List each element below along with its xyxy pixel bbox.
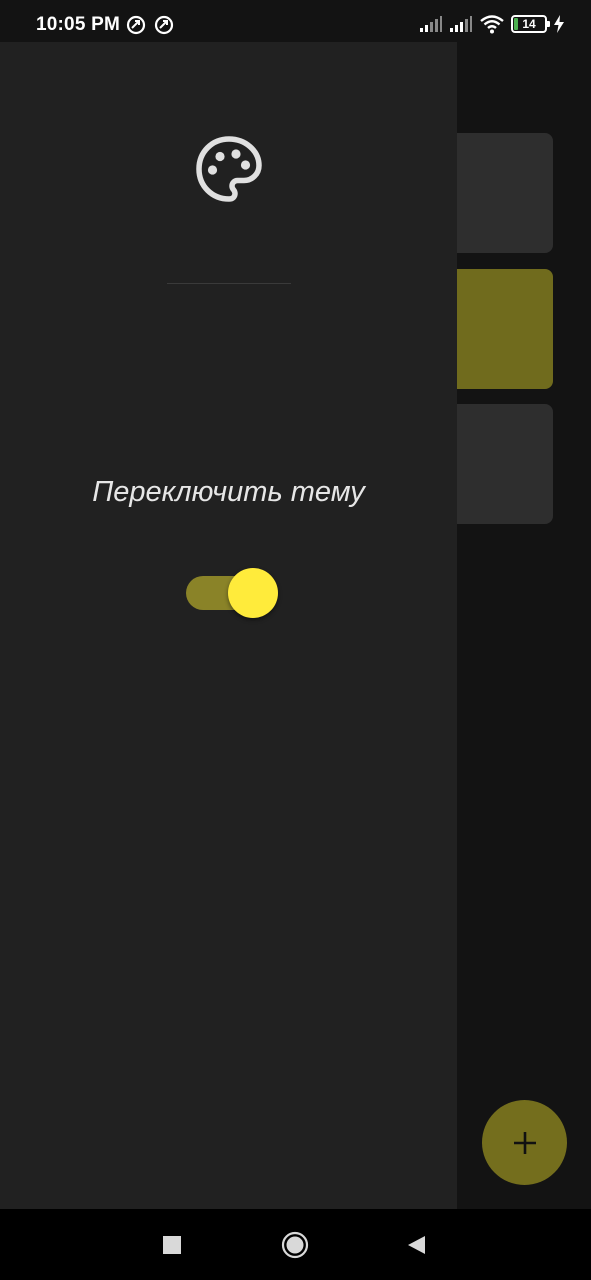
charging-icon <box>554 15 564 33</box>
notification-app-icon <box>126 15 146 35</box>
notification-app-icon <box>154 15 174 35</box>
status-bar: 10:05 PM 14 <box>0 0 591 42</box>
signal-icon <box>420 16 442 32</box>
battery-level: 14 <box>522 17 536 31</box>
status-notification-icons <box>126 15 174 35</box>
palette-icon <box>196 136 262 202</box>
theme-toggle-switch[interactable] <box>186 566 281 621</box>
recents-button[interactable] <box>150 1223 194 1267</box>
battery-icon: 14 <box>511 15 550 33</box>
system-nav-bar <box>0 1209 591 1280</box>
home-button[interactable] <box>273 1223 317 1267</box>
theme-toggle-label: Переключить тему <box>92 476 365 508</box>
status-system-icons: 14 <box>419 14 565 34</box>
plus-icon <box>513 1131 536 1154</box>
add-button[interactable] <box>482 1100 567 1185</box>
status-time: 10:05 PM <box>36 14 120 35</box>
signal-icon <box>450 16 472 32</box>
home-icon <box>281 1231 309 1259</box>
navigation-drawer: Переключить тему <box>0 42 457 1209</box>
back-button[interactable] <box>394 1223 438 1267</box>
drawer-divider <box>167 283 291 284</box>
app-screen: 10:05 PM 14 Переключить тему <box>0 0 591 1280</box>
switch-thumb <box>228 568 278 618</box>
back-icon <box>408 1236 425 1254</box>
wifi-icon <box>480 15 504 34</box>
recents-icon <box>163 1236 181 1254</box>
